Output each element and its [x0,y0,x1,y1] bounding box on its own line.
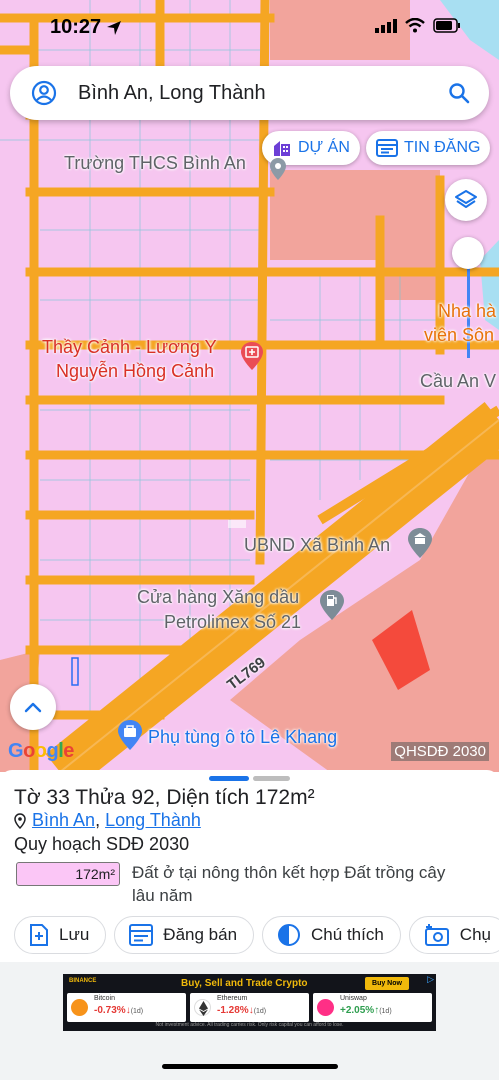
coin-period: (1d) [130,1008,144,1015]
ethereum-icon [194,999,211,1016]
photo-button[interactable]: Chụ [408,916,499,954]
shop-marker-icon [118,720,142,750]
status-time: 10:27 [50,16,102,38]
land-type-description: Đất ở tại nông thôn kết hợp Đất trồng câ… [132,863,446,905]
map-view[interactable]: 10:27 Bình An, Long Thành DỰ ÁN TIN ĐĂNG… [0,0,499,772]
poi-school[interactable]: Trường THCS Bình An [64,152,246,174]
ad-disclaimer: Not investment advice. All trading carri… [155,1022,344,1028]
ad-brand: BINANCE [69,978,97,984]
coin-card-uniswap: Uniswap +2.05%↑(1d) [313,993,432,1022]
location-separator: , [95,810,101,830]
coin-name: Uniswap [340,995,367,1002]
location-ward-link[interactable]: Bình An [32,810,95,830]
search-bar[interactable]: Bình An, Long Thành [10,66,489,120]
uniswap-icon [317,999,334,1016]
ad-headline: Buy, Sell and Trade Crypto [181,978,308,989]
listing-form-icon [129,924,154,946]
parcel-title: Tờ 33 Thửa 92, Diện tích 172m² [14,786,315,809]
save-button-label: Lưu [59,925,90,944]
ad-banner-area: BINANCE Buy, Sell and Trade Crypto Buy N… [0,962,499,1080]
poi-gas-line2[interactable]: Petrolimex Số 21 [164,611,301,633]
poi-gas-line1[interactable]: Cửa hàng Xăng dầu [137,586,299,608]
location-district-link[interactable]: Long Thành [105,810,201,830]
sheet-handle[interactable] [209,776,249,781]
projects-chip-label: DỰ ÁN [298,139,350,156]
gas-station-marker-icon [320,590,344,620]
listings-chip[interactable]: TIN ĐĂNG [366,131,491,165]
action-row: Lưu Đăng bán Chú thích Chụ [14,916,499,954]
home-indicator[interactable] [162,1064,338,1069]
opacity-slider-thumb[interactable] [452,237,484,269]
listing-icon [376,139,398,157]
wifi-icon [405,18,425,33]
coin-card-ethereum: Ethereum -1.28%↓(1d) [190,993,309,1022]
poi-restaurant-line1[interactable]: Nha hà [438,300,496,322]
status-icons [375,18,461,33]
save-button[interactable]: Lưu [14,916,107,954]
government-marker-icon [408,528,432,558]
ad-cta-button[interactable]: Buy Now [365,977,409,990]
coin-period: (1d) [253,1008,267,1015]
sheet-handle-secondary[interactable] [253,776,290,781]
listings-chip-label: TIN ĐĂNG [404,139,481,156]
coin-card-bitcoin: Bitcoin -0.73%↓(1d) [67,993,186,1022]
poi-auto-parts[interactable]: Phụ tùng ô tô Lê Khang [148,726,337,748]
layers-icon [455,190,477,208]
poi-clinic-line2[interactable]: Nguyễn Hồng Cảnh [56,360,214,382]
layer-tag: QHSDĐ 2030 [391,742,489,761]
coin-name: Ethereum [217,995,248,1002]
add-photo-icon [424,924,449,946]
ad-banner[interactable]: BINANCE Buy, Sell and Trade Crypto Buy N… [63,974,436,1031]
poi-clinic-line1[interactable]: Thầy Cảnh - Lương Y [42,336,217,358]
building-icon [274,141,290,156]
layers-button[interactable] [445,179,487,221]
area-swatch: 172m² [16,862,120,886]
post-for-sale-label: Đăng bán [163,925,238,944]
coin-change: -1.28% [217,1005,249,1016]
add-document-icon [30,924,48,946]
search-input[interactable]: Bình An, Long Thành [78,82,439,105]
adchoices-icon[interactable]: ▷ [427,974,434,985]
poi-marker-icon [270,158,286,180]
poi-ubnd[interactable]: UBND Xã Bình An [244,534,390,556]
contrast-icon [278,924,301,946]
chevron-up-icon [24,702,42,713]
post-for-sale-button[interactable]: Đăng bán [114,916,255,954]
parcel-location: Bình An, Long Thành [14,810,201,831]
parcel-bottom-sheet[interactable]: Tờ 33 Thửa 92, Diện tích 172m² Bình An, … [0,770,499,964]
battery-icon [433,18,460,33]
poi-restaurant-line2[interactable]: viên Sôn [424,324,494,346]
coin-name: Bitcoin [94,995,116,1002]
plan-label: Quy hoạch SDĐ 2030 [14,834,190,854]
coin-period: (1d) [379,1008,392,1015]
location-arrow-icon [107,21,121,35]
poi-bridge[interactable]: Cầu An V [420,370,496,392]
photo-button-label: Chụ [459,925,491,944]
legend-button-label: Chú thích [311,925,384,944]
bitcoin-icon [71,999,88,1016]
coin-change: -0.73% [94,1005,126,1016]
expand-up-button[interactable] [10,684,56,730]
google-logo: Google [8,740,74,762]
signal-icon [375,18,397,33]
coin-change: +2.05% [340,1005,375,1016]
account-icon[interactable] [24,73,64,113]
location-pin-icon [14,812,26,829]
legend-button[interactable]: Chú thích [262,916,401,954]
search-icon[interactable] [439,73,479,113]
hospital-marker-icon [241,342,263,370]
